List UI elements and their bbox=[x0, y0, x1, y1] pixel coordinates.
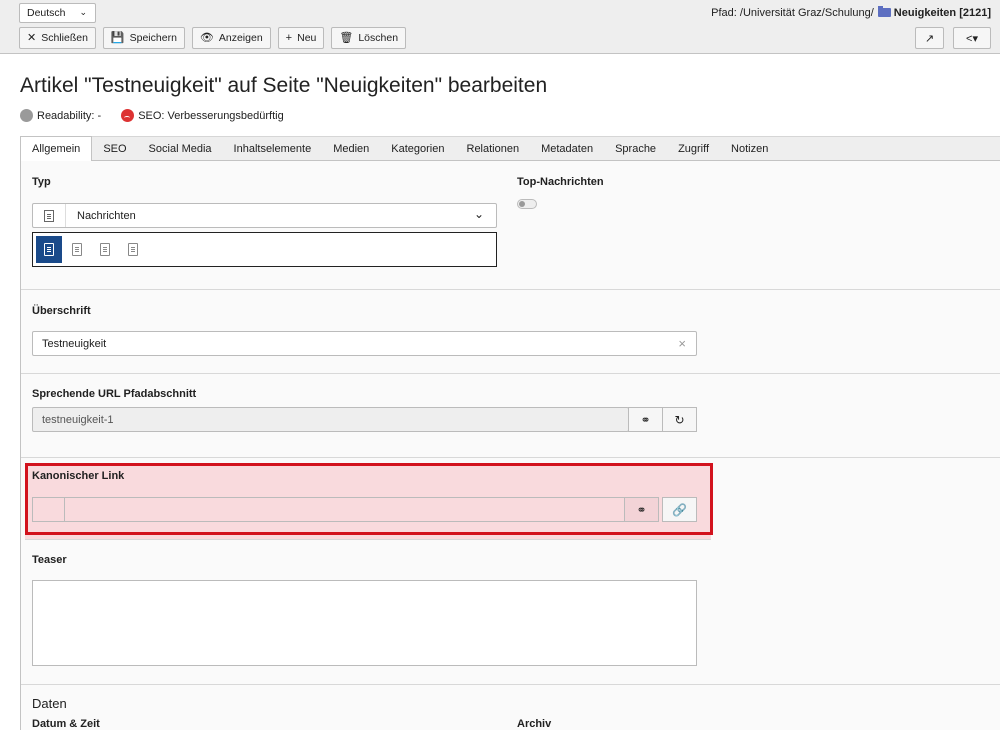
section-ueberschrift: Überschrift Testneuigkeit × bbox=[21, 290, 1000, 374]
new-button-label: Neu bbox=[297, 32, 317, 44]
typ-select[interactable]: Nachrichten ⌄ bbox=[32, 203, 497, 228]
plus-icon: + bbox=[285, 31, 293, 44]
datum-label: Datum & Zeit bbox=[32, 718, 100, 730]
readability-status: Readability: - bbox=[20, 109, 101, 122]
view-button[interactable]: 👁 Anzeigen bbox=[191, 27, 271, 49]
tab-notizen[interactable]: Notizen bbox=[720, 137, 779, 161]
typ-select-value: Nachrichten bbox=[77, 210, 136, 222]
seo-status: SEO: Verbesserungsbedürftig bbox=[121, 109, 284, 122]
folder-icon bbox=[877, 6, 891, 17]
section-typ: Typ Nachrichten ⌄ Top-Nachrichten bbox=[21, 161, 1000, 290]
breadcrumb: Pfad: /Universität Graz/Schulung/Neuigke… bbox=[711, 6, 991, 19]
close-button[interactable]: ✕ Schließen bbox=[19, 27, 96, 49]
top-news-label: Top-Nachrichten bbox=[517, 176, 604, 188]
delete-button[interactable]: 🗑 Löschen bbox=[331, 27, 407, 49]
tab-allgemein[interactable]: Allgemein bbox=[20, 136, 93, 162]
chevron-down-icon: ⌄ bbox=[473, 207, 484, 221]
language-select-value: Deutsch bbox=[27, 7, 66, 19]
right-toolbar: ↗ <▾ bbox=[915, 27, 991, 49]
tab-kategorien[interactable]: Kategorien bbox=[380, 137, 455, 161]
eye-icon: 👁 bbox=[199, 31, 214, 44]
language-select[interactable]: Deutsch ⌄ bbox=[19, 3, 96, 23]
section-url: Sprechende URL Pfadabschnitt testneuigke… bbox=[21, 374, 1000, 458]
ueberschrift-input[interactable]: Testneuigkeit × bbox=[32, 331, 697, 356]
type-news-option[interactable] bbox=[36, 236, 62, 263]
unlink-icon: ⚭ bbox=[640, 412, 651, 427]
refresh-icon: ↻ bbox=[674, 412, 685, 427]
top-news-toggle[interactable] bbox=[517, 199, 537, 209]
share-icon: <▾ bbox=[966, 32, 978, 45]
document-event-icon bbox=[128, 243, 138, 256]
url-toggle-edit-button[interactable]: ⚭ bbox=[628, 407, 663, 432]
tab-seo[interactable]: SEO bbox=[92, 137, 137, 161]
tab-sprache[interactable]: Sprache bbox=[604, 137, 667, 161]
share-button[interactable]: <▾ bbox=[953, 27, 991, 49]
url-input[interactable]: testneuigkeit-1 bbox=[32, 407, 629, 432]
open-external-button[interactable]: ↗ bbox=[915, 27, 944, 49]
save-button[interactable]: 💾 Speichern bbox=[102, 27, 185, 49]
tab-relationen[interactable]: Relationen bbox=[456, 137, 531, 161]
tab-bar: Allgemein SEO Social Media Inhaltselemen… bbox=[20, 136, 1000, 162]
teaser-label: Teaser bbox=[32, 554, 67, 566]
type-event-option[interactable] bbox=[120, 236, 146, 263]
type-internal-link-option[interactable] bbox=[64, 236, 90, 263]
page-title: Artikel "Testneuigkeit" auf Seite "Neuig… bbox=[20, 74, 548, 97]
docheader: Deutsch ⌄ Pfad: /Universität Graz/Schulu… bbox=[0, 0, 1000, 54]
type-external-link-option[interactable] bbox=[92, 236, 118, 263]
tab-metadaten[interactable]: Metadaten bbox=[530, 137, 604, 161]
close-icon: ✕ bbox=[27, 31, 37, 44]
path-page: Neuigkeiten [2121] bbox=[893, 7, 991, 19]
highlight-box bbox=[25, 463, 713, 535]
toolbar: ✕ Schließen 💾 Speichern 👁 Anzeigen + Neu 🗑 Lö… bbox=[19, 27, 407, 49]
sad-face-icon bbox=[121, 109, 135, 122]
external-link-icon: ↗ bbox=[924, 32, 935, 45]
url-value: testneuigkeit-1 bbox=[42, 414, 114, 426]
gray-dot-icon bbox=[20, 109, 33, 122]
edit-form: Typ Nachrichten ⌄ Top-Nachrichten Übersc… bbox=[20, 161, 1000, 730]
typ-icon-picker bbox=[32, 232, 497, 267]
view-button-label: Anzeigen bbox=[218, 32, 263, 44]
tab-social-media[interactable]: Social Media bbox=[138, 137, 223, 161]
floppy-icon: 💾 bbox=[110, 31, 125, 44]
ueberschrift-value: Testneuigkeit bbox=[42, 338, 107, 350]
url-label: Sprechende URL Pfadabschnitt bbox=[32, 388, 197, 400]
clear-icon[interactable]: × bbox=[678, 336, 686, 351]
typ-label: Typ bbox=[32, 176, 51, 188]
tab-medien[interactable]: Medien bbox=[322, 137, 380, 161]
trash-icon: 🗑 bbox=[339, 31, 354, 44]
archiv-label: Archiv bbox=[517, 718, 552, 730]
document-icon bbox=[33, 204, 66, 227]
chevron-down-icon: ⌄ bbox=[79, 7, 87, 17]
ueberschrift-label: Überschrift bbox=[32, 305, 91, 317]
path-prefix: Pfad: /Universität Graz/Schulung/ bbox=[711, 7, 874, 19]
tab-inhaltselemente[interactable]: Inhaltselemente bbox=[223, 137, 323, 161]
document-external-icon bbox=[100, 243, 110, 256]
save-button-label: Speichern bbox=[129, 32, 177, 44]
close-button-label: Schließen bbox=[41, 32, 88, 44]
tab-zugriff[interactable]: Zugriff bbox=[667, 137, 720, 161]
teaser-textarea[interactable] bbox=[32, 580, 697, 666]
readability-text: Readability: - bbox=[37, 110, 102, 122]
document-link-icon bbox=[72, 243, 82, 256]
seo-text: SEO: Verbesserungsbedürftig bbox=[138, 110, 284, 122]
new-button[interactable]: + Neu bbox=[277, 27, 325, 49]
url-refresh-button[interactable]: ↻ bbox=[662, 407, 697, 432]
daten-heading: Daten bbox=[32, 696, 67, 711]
analysis-status: Readability: - SEO: Verbesserungsbedürft… bbox=[20, 109, 284, 122]
delete-button-label: Löschen bbox=[358, 32, 399, 44]
document-icon bbox=[44, 243, 54, 256]
